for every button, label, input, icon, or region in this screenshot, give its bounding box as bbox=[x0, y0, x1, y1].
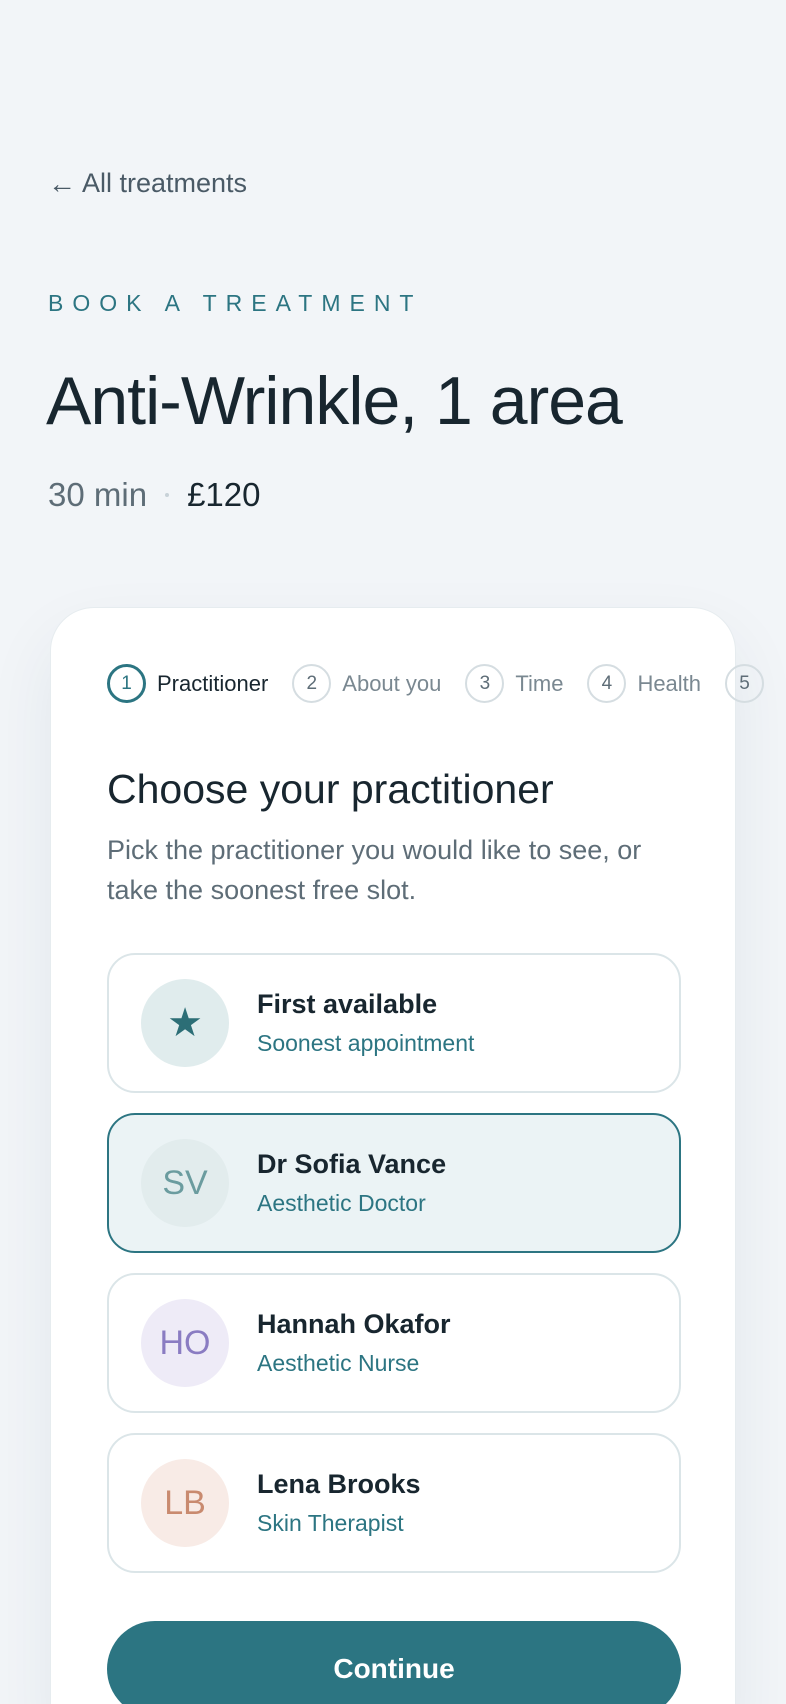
section-description: Pick the practitioner you would like to … bbox=[107, 835, 642, 905]
treatment-price: £120 bbox=[187, 476, 261, 513]
step-number: 2 bbox=[292, 664, 332, 703]
booking-card: 1 Practitioner 2 About you 3 Time 4 Heal… bbox=[50, 607, 765, 1704]
treatment-meta: 30 min £120 bbox=[48, 476, 260, 514]
step-label: About you bbox=[342, 670, 442, 696]
option-first-available[interactable]: ★ First available Soonest appointment bbox=[107, 953, 681, 1093]
option-dr-sofia-vance[interactable]: SV Dr Sofia Vance Aesthetic Doctor bbox=[107, 1113, 681, 1253]
option-subtitle: Soonest appointment bbox=[257, 1030, 475, 1056]
step-number: 3 bbox=[465, 664, 505, 703]
option-subtitle: Aesthetic Nurse bbox=[257, 1350, 420, 1376]
step-indicator: 1 Practitioner 2 About you 3 Time 4 Heal… bbox=[107, 664, 765, 703]
treatment-duration: 30 min bbox=[48, 476, 148, 513]
separator-dot bbox=[165, 493, 170, 497]
back-link-label: All treatments bbox=[82, 168, 248, 198]
step-label: Health bbox=[637, 670, 702, 696]
step-number: 5 bbox=[725, 664, 765, 703]
star-icon: ★ bbox=[141, 979, 229, 1067]
avatar: SV bbox=[141, 1139, 229, 1227]
step-time[interactable]: 3 Time bbox=[465, 664, 563, 703]
arrow-left-icon: ← bbox=[48, 167, 76, 199]
eyebrow-label: BOOK A TREATMENT bbox=[48, 290, 423, 316]
step-number: 1 bbox=[107, 664, 146, 703]
option-name: First available bbox=[257, 989, 438, 1019]
option-name: Lena Brooks bbox=[257, 1469, 421, 1499]
option-subtitle: Aesthetic Doctor bbox=[257, 1190, 426, 1216]
step-about-you[interactable]: 2 About you bbox=[292, 664, 441, 703]
option-name: Dr Sofia Vance bbox=[257, 1149, 447, 1179]
step-health[interactable]: 4 Health bbox=[587, 664, 701, 703]
option-hannah-okafor[interactable]: HO Hannah Okafor Aesthetic Nurse bbox=[107, 1273, 681, 1413]
step-practitioner[interactable]: 1 Practitioner bbox=[107, 664, 268, 703]
step-label: Practitioner bbox=[157, 670, 269, 696]
avatar: LB bbox=[141, 1459, 229, 1547]
avatar: HO bbox=[141, 1299, 229, 1387]
step-label: Time bbox=[515, 670, 564, 696]
section-title: Choose your practitioner bbox=[107, 766, 554, 812]
page-title: Anti-Wrinkle, 1 area bbox=[46, 363, 623, 439]
option-lena-brooks[interactable]: LB Lena Brooks Skin Therapist bbox=[107, 1433, 681, 1573]
back-link-all-treatments[interactable]: ← All treatments bbox=[48, 168, 247, 199]
practitioner-options: ★ First available Soonest appointment SV… bbox=[107, 953, 681, 1573]
option-name: Hannah Okafor bbox=[257, 1309, 451, 1339]
step-5[interactable]: 5 bbox=[725, 664, 765, 703]
continue-button[interactable]: Continue bbox=[107, 1621, 681, 1704]
option-subtitle: Skin Therapist bbox=[257, 1510, 404, 1536]
step-number: 4 bbox=[587, 664, 627, 703]
